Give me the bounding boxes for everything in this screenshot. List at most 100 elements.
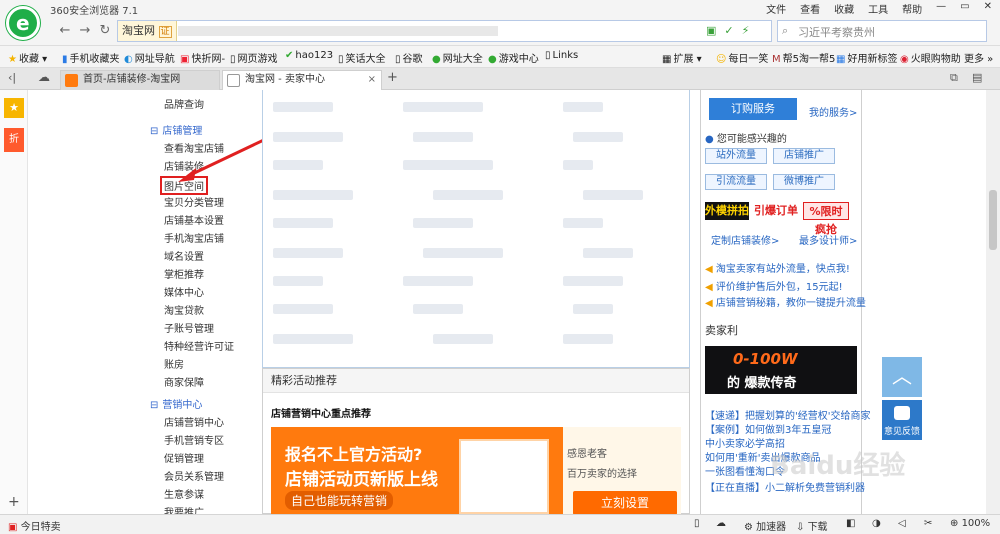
menu-view[interactable]: 查看 xyxy=(800,1,820,16)
menu-crm[interactable]: 会员关系管理 xyxy=(164,468,224,483)
menu-section-shop[interactable]: ⊟ 店铺管理 xyxy=(150,122,202,137)
back-icon[interactable]: ← xyxy=(56,22,74,40)
bookmark-daily-joke[interactable]: ☺ 每日一笑 xyxy=(716,50,768,65)
menu-subaccount[interactable]: 子账号管理 xyxy=(164,320,214,335)
chip-traffic[interactable]: 引流流量 xyxy=(705,174,767,190)
bookmark-mobile[interactable]: ▮ 手机收藏夹 xyxy=(62,50,120,65)
bookmark-more[interactable]: 更多 » xyxy=(964,50,993,65)
search-box[interactable]: ⌕ 习近平考察贵州 xyxy=(777,20,987,42)
bookmark-webgame[interactable]: ▯ 网页游戏 xyxy=(230,50,278,65)
menu-tools[interactable]: 工具 xyxy=(868,1,888,16)
secure-icon[interactable]: ▣ xyxy=(706,24,716,37)
menu-item-category[interactable]: 宝贝分类管理 xyxy=(164,194,224,209)
menu-section-marketing[interactable]: ⊟ 营销中心 xyxy=(150,396,202,411)
menu-mobile-shop[interactable]: 手机淘宝店铺 xyxy=(164,230,224,245)
volume-icon[interactable]: ◧ xyxy=(846,518,855,529)
notice-1[interactable]: ◀ 淘宝卖家有站外流量，快点我! xyxy=(705,260,850,275)
menu-brand-query[interactable]: 品牌查询 xyxy=(164,96,204,111)
tab-close-icon[interactable]: × xyxy=(368,71,376,89)
bookmark-hao123[interactable]: ✔ hao123 xyxy=(285,50,333,61)
bookmark-shopping[interactable]: ◉ 火眼购物助 xyxy=(900,50,961,65)
bookmark-links[interactable]: ▯ Links xyxy=(545,50,578,61)
minimize-icon[interactable]: — xyxy=(936,1,946,16)
zoom[interactable]: ⊕ 100% xyxy=(950,518,990,529)
menu-favorites[interactable]: 收藏 xyxy=(834,1,854,16)
news-1[interactable]: 【速递】把握划算的'经营权'交给商家 xyxy=(705,407,871,422)
bookmark-nav[interactable]: ◐ 网址导航 xyxy=(124,50,175,65)
cloud-sync-icon[interactable]: ☁ xyxy=(716,518,726,529)
refresh-status-icon[interactable]: ◑ xyxy=(872,518,881,529)
promo-2[interactable]: 引爆订单 xyxy=(753,202,799,220)
chip-external-traffic[interactable]: 站外流量 xyxy=(705,148,767,164)
menu-shop-settings[interactable]: 店铺基本设置 xyxy=(164,212,224,227)
new-tab-button[interactable]: + xyxy=(387,70,398,85)
tools-icon[interactable]: ✂ xyxy=(924,518,932,529)
bookmark-favorites[interactable]: ★ 收藏 ▾ xyxy=(8,50,47,65)
menu-domain[interactable]: 域名设置 xyxy=(164,248,204,263)
extensions-button[interactable]: ▦ 扩展 ▾ xyxy=(662,50,702,65)
page-scrollbar[interactable] xyxy=(986,90,1000,514)
tab-list-icon[interactable]: ‹| xyxy=(8,71,16,84)
bookmark-jokes[interactable]: ▯ 笑话大全 xyxy=(338,50,386,65)
bookmark-gamecenter[interactable]: ● 游戏中心 xyxy=(488,50,539,65)
forward-icon[interactable]: → xyxy=(76,22,94,40)
menu-promotion[interactable]: 促销管理 xyxy=(164,450,204,465)
star-icon[interactable]: ★ xyxy=(4,98,24,118)
my-services-link[interactable]: 我的服务> xyxy=(809,104,857,119)
banner-side: 感恩老客 百万卖家的选择 立刻设置 xyxy=(563,427,681,515)
chip-shop-promo[interactable]: 店铺推广 xyxy=(773,148,835,164)
browser-logo-icon[interactable]: e xyxy=(6,6,40,40)
menu-guarantee[interactable]: 商家保障 xyxy=(164,374,204,389)
menu-business-advisor[interactable]: 生意参谋 xyxy=(164,486,204,501)
set-now-button[interactable]: 立刻设置 xyxy=(573,491,677,515)
back-to-top-button[interactable]: ︿ xyxy=(882,357,922,397)
promo-1[interactable]: 外模拼拍 xyxy=(705,202,749,220)
menu-help[interactable]: 帮助 xyxy=(902,1,922,16)
sidebar-toggle-icon[interactable]: ▤ xyxy=(972,71,982,84)
navigation-bar: ← → ↻ 淘宝网 证 ▣ ✓ ⚡ ⌕ 习近平考察贵州 xyxy=(0,16,1000,46)
address-bar[interactable]: 淘宝网 证 xyxy=(117,20,772,42)
today-deals[interactable]: ▣ 今日特卖 xyxy=(8,518,61,533)
bookmark-google[interactable]: ▯ 谷歌 xyxy=(395,50,423,65)
ad-banner[interactable]: 0-100W 的 爆款传奇 xyxy=(705,346,857,394)
refresh-icon[interactable]: ↻ xyxy=(96,22,114,40)
download[interactable]: ⇩ 下载 xyxy=(796,518,828,533)
bookmark-newtab[interactable]: ▦ 好用新标签 xyxy=(836,50,897,65)
menu-loan[interactable]: 淘宝贷款 xyxy=(164,302,204,317)
menu-mobile-marketing[interactable]: 手机营销专区 xyxy=(164,432,224,447)
news-2[interactable]: 【案例】如何做到3年五皇冠 xyxy=(705,421,831,436)
scrollbar-thumb[interactable] xyxy=(989,190,997,250)
menu-license[interactable]: 特种经营许可证 xyxy=(164,338,234,353)
cloud-icon[interactable]: ☁ xyxy=(38,70,50,84)
custom-decor-link[interactable]: 定制店铺装修> xyxy=(711,232,779,247)
menu-accounts[interactable]: 账房 xyxy=(164,356,184,371)
accelerator[interactable]: ⚙ 加速器 xyxy=(744,518,786,533)
promo-3[interactable]: %限时疯抢 xyxy=(803,202,849,236)
phone-icon[interactable]: ▯ xyxy=(694,518,700,529)
bookmark-kuaizhe[interactable]: ▣ 快折网- xyxy=(180,50,225,65)
search-input[interactable]: 习近平考察贵州 xyxy=(798,24,875,40)
notice-2[interactable]: ◀ 评价维护售后外包，15元起! xyxy=(705,278,843,293)
close-icon[interactable]: ✕ xyxy=(984,1,992,16)
feedback-button[interactable]: 意见反馈 xyxy=(882,400,922,440)
discount-icon[interactable]: 折 xyxy=(4,128,24,152)
chip-weibo[interactable]: 微博推广 xyxy=(773,174,835,190)
add-icon[interactable]: + xyxy=(8,494,20,510)
tab-seller-center[interactable]: 淘宝网 - 卖家中心 × xyxy=(222,70,382,90)
bolt-icon[interactable]: ⚡ xyxy=(742,24,750,37)
mute-icon[interactable]: ◁ xyxy=(898,518,906,529)
menu-marketing-center[interactable]: 店铺营销中心 xyxy=(164,414,224,429)
tab-shop-decoration[interactable]: 首页-店铺装修-淘宝网 xyxy=(60,70,220,90)
maximize-icon[interactable]: ▭ xyxy=(960,1,969,16)
restore-tabs-icon[interactable]: ⧉ xyxy=(950,71,958,85)
order-service-button[interactable]: 订购服务 xyxy=(709,98,797,120)
notice-3[interactable]: ◀ 店铺营销秘籍，教你一键提升流量 xyxy=(705,294,866,309)
bookmark-sites[interactable]: ● 网址大全 xyxy=(432,50,483,65)
menu-recommend[interactable]: 掌柜推荐 xyxy=(164,266,204,281)
best-designer-link[interactable]: 最多设计师> xyxy=(799,232,857,247)
extension-icon[interactable]: ✓ xyxy=(724,24,733,37)
bookmark-bang5[interactable]: M 帮5淘一帮5 xyxy=(772,50,835,65)
menu-media[interactable]: 媒体中心 xyxy=(164,284,204,299)
menu-file[interactable]: 文件 xyxy=(766,1,786,16)
activity-banner[interactable]: 报名不上官方活动? 店铺活动页新版上线 自己也能玩转营销 感恩老客 百万卖家的选… xyxy=(271,427,681,515)
